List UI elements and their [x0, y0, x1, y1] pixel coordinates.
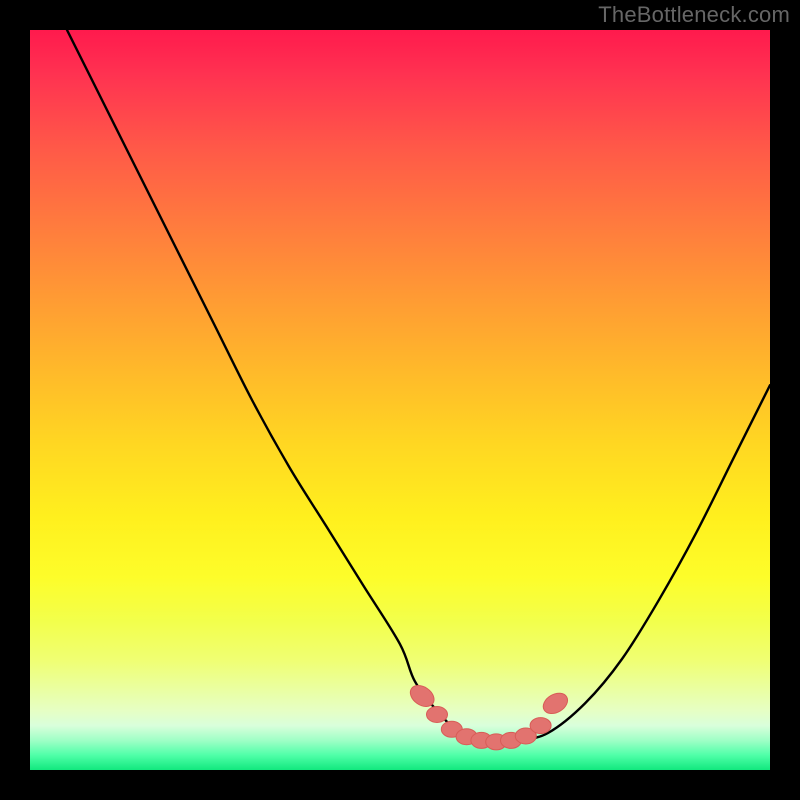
marker-group	[406, 681, 571, 750]
plot-area	[30, 30, 770, 770]
marker-bead	[530, 718, 551, 734]
marker-bead	[540, 689, 572, 718]
bottleneck-curve	[67, 30, 770, 742]
chart-frame: TheBottleneck.com	[0, 0, 800, 800]
curve-svg	[30, 30, 770, 770]
watermark-text: TheBottleneck.com	[598, 2, 790, 28]
marker-bead	[427, 707, 448, 723]
